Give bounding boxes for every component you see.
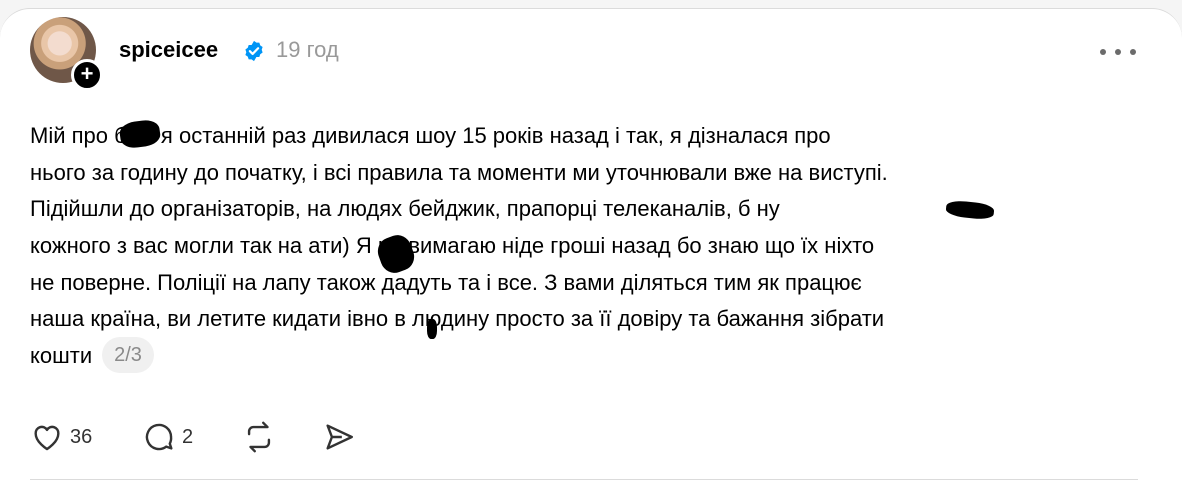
send-icon [326, 424, 353, 450]
post-line-5: не поверне. Поліції на лапу також дадуть… [30, 269, 862, 295]
more-options-icon[interactable] [1100, 45, 1136, 59]
reply-button[interactable]: 2 [142, 419, 193, 455]
reply-count: 2 [182, 425, 194, 448]
like-count: 36 [70, 425, 93, 448]
like-button[interactable]: 36 [30, 419, 92, 455]
post-line-7-text: кошти [30, 343, 93, 369]
post-line-6: наша країна, ви летите кидати івно в люд… [30, 306, 885, 332]
heart-icon [34, 425, 60, 451]
post-line-4: кожного з вас могли так на ати) Я не вим… [30, 233, 875, 259]
post-text: Мій про б — я останній раз дивилася шоу … [30, 118, 1150, 375]
divider [30, 479, 1138, 480]
post-card: + spiceicee 19 год Мій про б — я останні… [0, 8, 1182, 487]
redaction-scribble [427, 319, 437, 339]
comment-icon [145, 423, 173, 451]
avatar[interactable]: + [30, 17, 103, 91]
thread-pager[interactable]: 2/3 [102, 337, 154, 374]
repost-icon [247, 421, 271, 453]
repost-button[interactable] [242, 419, 276, 455]
post-time: 19 год [276, 37, 339, 62]
verified-badge-icon [245, 40, 263, 62]
post-line-1: Мій про б — я останній раз дивилася шоу … [30, 123, 831, 148]
post-line-7: кошти 2/3 [30, 337, 1150, 375]
follow-plus-icon[interactable]: + [71, 59, 103, 91]
post-line-2: нього за годину до початку, і всі правил… [30, 159, 888, 185]
username[interactable]: spiceicee [119, 37, 218, 63]
share-button[interactable] [322, 419, 356, 455]
